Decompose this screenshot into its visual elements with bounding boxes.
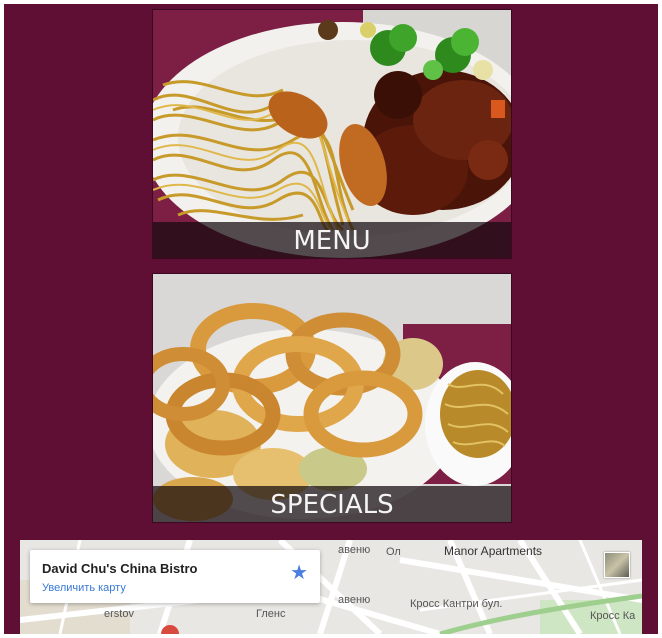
place-name: David Chu's China Bistro bbox=[42, 561, 198, 576]
map-embed[interactable]: Manor Apartments авеню авеню Гленс Кросс… bbox=[20, 540, 642, 634]
place-card: David Chu's China Bistro Увеличить карту… bbox=[30, 550, 320, 603]
map-label-street-e: Кросс Ка bbox=[590, 610, 636, 622]
enlarge-map-link[interactable]: Увеличить карту bbox=[42, 582, 126, 594]
street-view-thumbnail[interactable] bbox=[604, 552, 630, 578]
map-label-street-b: авеню bbox=[338, 594, 371, 606]
map-label-street-f: Ол bbox=[386, 546, 401, 558]
menu-label[interactable]: MENU bbox=[153, 222, 511, 258]
map-label-street-g: erstov bbox=[104, 608, 134, 620]
map-label-street-a: авеню bbox=[338, 544, 371, 556]
specials-label[interactable]: SPECIALS bbox=[153, 486, 511, 522]
map-label-street-c: Гленс bbox=[256, 608, 286, 620]
map-label-street-d: Кросс Кантри бул. bbox=[410, 598, 503, 610]
menu-tile[interactable]: MENU bbox=[152, 9, 512, 259]
map-label-apartments: Manor Apartments bbox=[444, 544, 543, 558]
specials-tile[interactable]: SPECIALS bbox=[152, 273, 512, 523]
page-background: MENU SPECIALS Manor Apartments авеню аве… bbox=[4, 4, 658, 634]
specials-photo bbox=[153, 274, 511, 522]
star-icon[interactable]: ★ bbox=[290, 563, 308, 583]
menu-photo bbox=[153, 10, 511, 258]
